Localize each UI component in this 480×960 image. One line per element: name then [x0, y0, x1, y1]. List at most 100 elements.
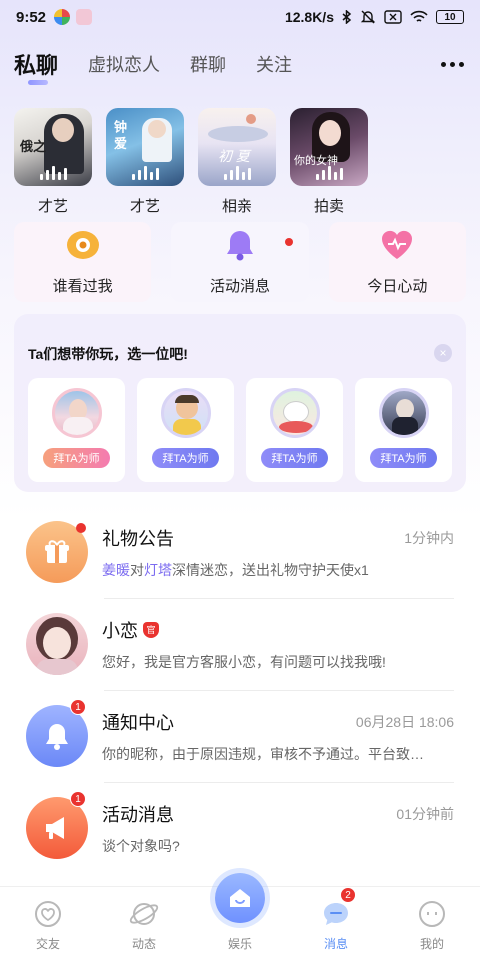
live-room-card[interactable]: 初 夏 相亲: [198, 108, 276, 216]
battery-icon: 10: [436, 10, 464, 24]
sender-name[interactable]: 姜暖: [102, 562, 130, 578]
preview-text: 深情迷恋，送出礼物守护天使x1: [172, 561, 369, 578]
nav-profile[interactable]: 我的: [384, 887, 480, 960]
room-label: 拍卖: [313, 198, 344, 215]
wifi-icon: [410, 10, 428, 24]
tab-private-chat[interactable]: 私聊: [14, 48, 58, 80]
quick-action-label: 谁看过我: [52, 278, 113, 295]
nav-make-friends[interactable]: 交友: [0, 887, 96, 960]
mentor-card[interactable]: 拜TA为师: [137, 378, 234, 482]
conversation-activity-messages[interactable]: 1 活动消息 01分钟前 谈个对象吗?: [0, 782, 480, 874]
top-tabs: 私聊 虚拟恋人 群聊 关注: [0, 34, 480, 94]
activity-messages-button[interactable]: 活动消息: [171, 222, 309, 302]
official-badge: 官: [143, 621, 159, 638]
planet-icon: [129, 899, 159, 929]
conversation-preview: 你的昵称，由于原因违规，审核不予通过。平台致…: [102, 745, 424, 762]
mentor-recommend-panel: Ta们想带你玩，选一位吧! × 拜TA为师 拜TA为师 拜TA为师 拜TA为师: [14, 314, 466, 492]
conversation-preview: 谈个对象吗?: [102, 837, 180, 854]
live-room-list: 俄之 才艺 钟 爱 才艺 初 夏 相亲 你的女神 拍卖: [0, 94, 480, 216]
room-overlay-text: 钟 爱: [112, 120, 127, 150]
live-room-card[interactable]: 你的女神 拍卖: [290, 108, 368, 216]
mentor-card[interactable]: 拜TA为师: [355, 378, 452, 482]
status-bar: 9:52 12.8K/s 10: [0, 0, 480, 34]
quick-action-label: 活动消息: [209, 278, 270, 295]
conversation-name: 小恋: [102, 620, 138, 641]
follow-mentor-button[interactable]: 拜TA为师: [370, 448, 437, 468]
face-icon: [417, 899, 447, 929]
conversation-name: 礼物公告: [102, 528, 174, 549]
live-room-card[interactable]: 钟 爱 才艺: [106, 108, 184, 216]
tab-group-chat[interactable]: 群聊: [190, 51, 226, 77]
conversation-time: 06月28日 18:06: [355, 713, 454, 730]
bluetooth-icon: [342, 10, 352, 24]
conversation-notification-center[interactable]: 1 通知中心 06月28日 18:06 你的昵称，由于原因违规，审核不予通过。平…: [0, 690, 480, 782]
conversation-gift-notice[interactable]: 礼物公告 1分钟内 姜暖对灯塔深情迷恋，送出礼物守护天使x1: [0, 506, 480, 598]
unread-dot: [76, 523, 86, 533]
quick-actions: 谁看过我 活动消息 今日心动: [0, 216, 480, 302]
quick-action-label: 今日心动: [367, 278, 428, 295]
preview-text: 对: [130, 561, 144, 578]
audio-wave-icon: [198, 166, 276, 180]
nav-moments[interactable]: 动态: [96, 887, 192, 960]
bell-icon: 1: [26, 699, 88, 767]
room-overlay-text: 初 夏: [218, 148, 250, 164]
who-viewed-me-button[interactable]: 谁看过我: [14, 222, 152, 302]
today-crush-button[interactable]: 今日心动: [328, 222, 466, 302]
unread-dot: [284, 238, 293, 246]
conversation-name: 通知中心: [102, 712, 174, 733]
close-icon[interactable]: ×: [434, 344, 452, 362]
live-room-card[interactable]: 俄之 才艺: [14, 108, 92, 216]
mentor-avatar: [160, 388, 211, 438]
audio-wave-icon: [14, 166, 92, 180]
unread-count-badge: 1: [70, 791, 86, 807]
app-notification-icon: [54, 9, 71, 25]
tab-indicator: [28, 80, 48, 85]
network-speed: 12.8K/s: [284, 9, 334, 25]
conversation-preview: 姜暖对灯塔深情迷恋，送出礼物守护天使x1: [102, 560, 454, 580]
audio-wave-icon: [290, 166, 368, 180]
room-overlay-text: 俄之: [20, 139, 47, 154]
receiver-name[interactable]: 灯塔: [144, 562, 172, 578]
mentor-card[interactable]: 拜TA为师: [28, 378, 125, 482]
mute-icon: [360, 9, 376, 25]
avatar: [26, 613, 88, 675]
tab-virtual-lover[interactable]: 虚拟恋人: [88, 51, 160, 77]
conversation-official-support[interactable]: 小恋 官 您好，我是官方客服小恋，有问题可以找我哦!: [0, 598, 480, 690]
app-notification-icon-2: [76, 9, 93, 25]
follow-mentor-button[interactable]: 拜TA为师: [43, 448, 110, 468]
mentor-card[interactable]: 拜TA为师: [246, 378, 343, 482]
follow-mentor-button[interactable]: 拜TA为师: [261, 448, 328, 468]
sim-off-icon: [384, 10, 402, 24]
home-icon: [215, 873, 265, 923]
conversation-name: 活动消息: [102, 804, 174, 825]
conversation-preview: 您好，我是官方客服小恋，有问题可以找我哦!: [102, 653, 386, 670]
mentor-avatar: [51, 388, 102, 438]
more-options-button[interactable]: [439, 56, 466, 73]
room-cover: 钟 爱: [106, 108, 184, 186]
room-cover: 俄之: [14, 108, 92, 186]
message-list: 礼物公告 1分钟内 姜暖对灯塔深情迷恋，送出礼物守护天使x1 小恋 官 您好，我…: [0, 506, 480, 874]
tab-following[interactable]: 关注: [256, 51, 292, 77]
unread-count-badge: 1: [70, 699, 86, 715]
unread-count-badge: 2: [340, 887, 356, 903]
room-cover: 你的女神: [290, 108, 368, 186]
audio-wave-icon: [106, 166, 184, 180]
heart-circle-icon: [33, 899, 63, 929]
chat-icon: [321, 899, 351, 929]
room-cover: 初 夏: [198, 108, 276, 186]
gift-icon: [26, 521, 88, 583]
conversation-time: 01分钟前: [396, 805, 454, 822]
follow-mentor-button[interactable]: 拜TA为师: [152, 448, 219, 468]
room-label: 才艺: [37, 198, 68, 215]
mentor-title: Ta们想带你玩，选一位吧!: [28, 346, 188, 362]
megaphone-icon: 1: [26, 791, 88, 859]
status-time: 9:52: [16, 8, 47, 26]
conversation-time: 1分钟内: [404, 529, 454, 546]
mentor-avatar: [269, 388, 320, 438]
bell-icon: [222, 228, 258, 267]
room-label: 才艺: [129, 198, 160, 215]
nav-label: 我的: [419, 937, 444, 951]
nav-messages[interactable]: 2 消息: [288, 887, 384, 960]
nav-label: 交友: [35, 937, 60, 951]
nav-entertainment[interactable]: 娱乐: [192, 873, 288, 960]
